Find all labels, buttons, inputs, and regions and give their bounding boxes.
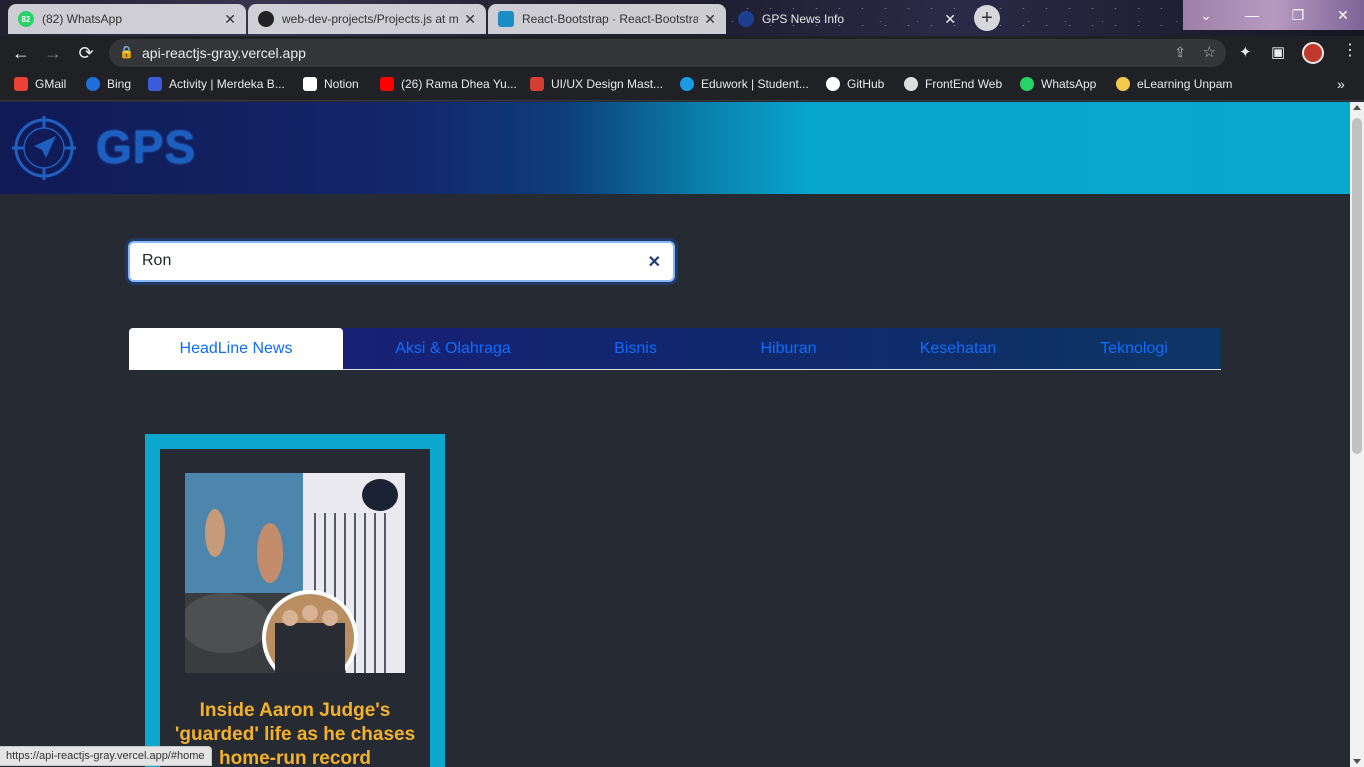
- address-toolbar: ← → ⟳ 🔒 api-reactjs-gray.vercel.app ⇪ ☆ …: [0, 36, 1364, 70]
- bookmark-frontend-web[interactable]: FrontEnd Web: [904, 77, 1002, 91]
- bookmark-bing[interactable]: Bing: [86, 77, 131, 91]
- tab-hiburan[interactable]: Hiburan: [708, 328, 869, 370]
- tab-aksi-olahraga[interactable]: Aksi & Olahraga: [343, 328, 563, 370]
- tab-title: React-Bootstrap · React-Bootstrap: [522, 12, 699, 26]
- bookmark-eduwork[interactable]: Eduwork | Student...: [680, 77, 809, 91]
- bookmark-label: Notion: [324, 77, 359, 91]
- forward-icon[interactable]: →: [41, 41, 65, 65]
- bookmark-label: GMail: [35, 77, 67, 91]
- tab-title: web-dev-projects/Projects.js at m: [282, 12, 459, 26]
- tab-title: GPS News Info: [762, 12, 845, 26]
- side-panel-icon[interactable]: ▣: [1271, 43, 1285, 61]
- gps-icon: [738, 11, 754, 27]
- search-box[interactable]: ✕: [128, 241, 675, 282]
- gmail-icon: [14, 77, 28, 91]
- browser-tab-whatsapp[interactable]: 82 (82) WhatsApp ✕: [8, 4, 246, 34]
- bookmark-label: eLearning Unpam: [1137, 77, 1233, 91]
- bookmark-youtube[interactable]: (26) Rama Dhea Yu...: [380, 77, 517, 91]
- baseball-player-photo[interactable]: [185, 473, 405, 673]
- bookmark-label: Eduwork | Student...: [701, 77, 809, 91]
- scroll-down-arrow-icon[interactable]: [1353, 759, 1361, 764]
- browser-tab-gps-news[interactable]: GPS News Info ✕: [728, 4, 966, 34]
- bookmark-merdeka[interactable]: Activity | Merdeka B...: [148, 77, 285, 91]
- compass-logo-icon[interactable]: [12, 116, 76, 180]
- vertical-scrollbar[interactable]: [1350, 102, 1364, 767]
- lock-icon[interactable]: 🔒: [119, 45, 134, 59]
- extensions-icon[interactable]: ✦: [1239, 43, 1252, 61]
- bookmark-elearning[interactable]: eLearning Unpam: [1116, 77, 1232, 91]
- elearning-icon: [1116, 77, 1130, 91]
- close-tab-icon[interactable]: ✕: [224, 11, 236, 28]
- bookmark-gmail[interactable]: GMail: [14, 77, 66, 91]
- bookmark-uiux[interactable]: UI/UX Design Mast...: [530, 77, 663, 91]
- close-tab-icon[interactable]: ✕: [704, 11, 716, 28]
- bookmark-label: FrontEnd Web: [925, 77, 1003, 91]
- close-window-button[interactable]: ✕: [1320, 0, 1364, 30]
- address-bar[interactable]: 🔒 api-reactjs-gray.vercel.app ⇪ ☆: [109, 39, 1226, 67]
- bookmark-notion[interactable]: Notion: [303, 77, 359, 91]
- more-bookmarks-icon[interactable]: »: [1337, 76, 1345, 92]
- close-tab-icon[interactable]: ✕: [464, 11, 476, 28]
- search-input[interactable]: [142, 252, 622, 270]
- bookmark-label: Bing: [107, 77, 132, 91]
- tab-headline-news[interactable]: HeadLine News: [129, 328, 343, 370]
- browser-tab-react-bootstrap[interactable]: React-Bootstrap · React-Bootstrap ✕: [488, 4, 726, 34]
- page-viewport: GPS ✕ HeadLine News Aksi & Olahraga Bisn…: [0, 102, 1350, 767]
- link-status-bar: https://api-reactjs-gray.vercel.app/#hom…: [0, 746, 212, 766]
- menu-kebab-icon[interactable]: ⋮: [1342, 40, 1358, 60]
- bookmark-label: Activity | Merdeka B...: [169, 77, 285, 91]
- tab-bisnis[interactable]: Bisnis: [563, 328, 708, 370]
- clear-search-icon[interactable]: ✕: [648, 252, 661, 272]
- bookmarks-bar: GMail Bing Activity | Merdeka B... Notio…: [0, 70, 1364, 101]
- bookmark-star-icon[interactable]: ☆: [1203, 43, 1216, 61]
- category-tabs: HeadLine News Aksi & Olahraga Bisnis Hib…: [129, 328, 1221, 370]
- site-logo-text[interactable]: GPS: [96, 120, 196, 174]
- new-tab-button[interactable]: +: [974, 5, 1000, 31]
- tab-teknologi[interactable]: Teknologi: [1047, 328, 1221, 370]
- github-icon: [258, 11, 274, 27]
- close-tab-icon[interactable]: ✕: [944, 11, 956, 28]
- github-icon: [826, 77, 840, 91]
- whatsapp-icon: [1020, 77, 1034, 91]
- restore-button[interactable]: ❐: [1275, 0, 1321, 30]
- bookmark-github[interactable]: GitHub: [826, 77, 884, 91]
- bookmark-whatsapp[interactable]: WhatsApp: [1020, 77, 1096, 91]
- bookmark-label: GitHub: [847, 77, 885, 91]
- tab-kesehatan[interactable]: Kesehatan: [869, 328, 1047, 370]
- share-icon[interactable]: ⇪: [1174, 44, 1186, 61]
- notion-icon: [303, 77, 317, 91]
- udemy-icon: [530, 77, 544, 91]
- react-bootstrap-icon: [498, 11, 514, 27]
- tab-title: (82) WhatsApp: [42, 12, 123, 26]
- whatsapp-icon: 82: [18, 11, 34, 27]
- kampus-merdeka-icon: [148, 77, 162, 91]
- reload-icon[interactable]: ⟳: [74, 41, 98, 65]
- frontend-web-icon: [904, 77, 918, 91]
- news-card[interactable]: Inside Aaron Judge's 'guarded' life as h…: [145, 434, 445, 767]
- bookmark-label: WhatsApp: [1041, 77, 1097, 91]
- news-card-body: Inside Aaron Judge's 'guarded' life as h…: [160, 449, 430, 767]
- back-icon[interactable]: ←: [9, 41, 33, 65]
- bookmark-label: UI/UX Design Mast...: [551, 77, 664, 91]
- eduwork-icon: [680, 77, 694, 91]
- scrollbar-thumb[interactable]: [1352, 118, 1362, 454]
- profile-avatar[interactable]: [1302, 42, 1324, 64]
- search-icon: [86, 77, 100, 91]
- youtube-icon: [380, 77, 394, 91]
- url-text[interactable]: api-reactjs-gray.vercel.app: [142, 45, 306, 61]
- browser-tab-github[interactable]: web-dev-projects/Projects.js at m ✕: [248, 4, 486, 34]
- minimize-button[interactable]: —: [1229, 0, 1275, 30]
- tab-search-button[interactable]: ⌄: [1183, 0, 1229, 30]
- scroll-up-arrow-icon[interactable]: [1353, 105, 1361, 110]
- bookmark-label: (26) Rama Dhea Yu...: [401, 77, 517, 91]
- site-header: GPS: [0, 102, 1350, 194]
